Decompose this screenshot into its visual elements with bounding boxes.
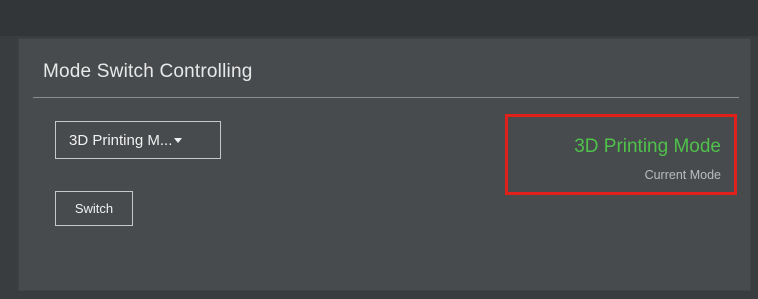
panel-title: Mode Switch Controlling xyxy=(43,61,253,82)
mode-select-value: 3D Printing M... xyxy=(69,131,173,149)
current-mode-status-box: 3D Printing Mode Current Mode xyxy=(505,114,737,195)
current-mode-label: Current Mode xyxy=(644,168,721,182)
top-bar xyxy=(0,0,758,36)
switch-button[interactable]: Switch xyxy=(55,191,133,226)
mode-switch-panel: Mode Switch Controlling 3D Printing M...… xyxy=(18,38,751,291)
panel-divider xyxy=(33,97,739,98)
current-mode-value: 3D Printing Mode xyxy=(574,136,721,157)
mode-select-dropdown[interactable]: 3D Printing M... xyxy=(55,121,221,159)
caret-down-icon xyxy=(174,137,183,143)
